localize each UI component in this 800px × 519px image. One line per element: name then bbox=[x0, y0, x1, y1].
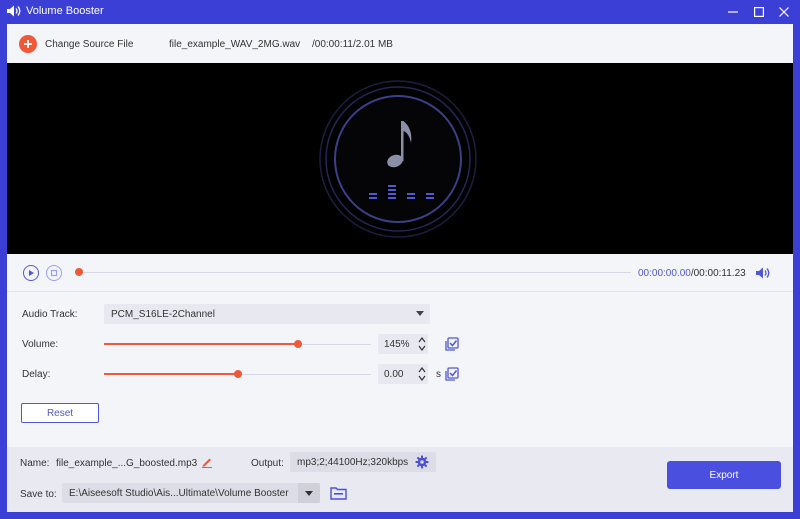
stop-icon bbox=[50, 269, 58, 277]
source-file-name: file_example_WAV_2MG.wav bbox=[169, 39, 301, 50]
output-name-value: file_example_...G_boosted.mp3 bbox=[56, 458, 198, 469]
gear-icon[interactable] bbox=[415, 455, 429, 469]
source-bar: Change Source File file_example_WAV_2MG.… bbox=[7, 24, 793, 63]
edit-icon[interactable] bbox=[201, 456, 213, 468]
audio-track-select[interactable]: PCM_S16LE-2Channel bbox=[104, 304, 430, 324]
playback-thumb[interactable] bbox=[75, 268, 83, 276]
current-time: 00:00:00.00 bbox=[638, 268, 691, 279]
plus-icon bbox=[24, 40, 32, 48]
save-path-dropdown[interactable] bbox=[298, 483, 320, 503]
audio-track-label: Audio Track: bbox=[22, 309, 78, 320]
maximize-icon bbox=[754, 6, 764, 17]
save-path-value: E:\Aiseesoft Studio\Ais...Ultimate\Volum… bbox=[69, 488, 289, 499]
delay-slider-fill bbox=[104, 373, 238, 375]
preview-area bbox=[7, 63, 793, 254]
volume-slider-thumb[interactable] bbox=[294, 340, 302, 348]
export-button[interactable]: Export bbox=[667, 461, 781, 489]
volume-stepper-icon[interactable] bbox=[417, 334, 427, 354]
minimize-button[interactable] bbox=[723, 3, 743, 20]
audio-placeholder-graphic bbox=[319, 80, 477, 238]
reset-button[interactable]: Reset bbox=[21, 403, 99, 423]
volume-booster-window: Volume Booster Change Source File file_e… bbox=[0, 0, 800, 519]
folder-icon[interactable] bbox=[330, 486, 347, 500]
play-icon bbox=[29, 270, 34, 276]
change-source-button[interactable] bbox=[19, 35, 37, 53]
audio-track-value: PCM_S16LE-2Channel bbox=[111, 309, 215, 320]
volume-slider-fill bbox=[104, 343, 298, 345]
delay-unit: s bbox=[436, 369, 441, 380]
save-path-field[interactable]: E:\Aiseesoft Studio\Ais...Ultimate\Volum… bbox=[62, 483, 320, 503]
save-to-label: Save to: bbox=[20, 489, 57, 500]
minimize-icon bbox=[728, 10, 738, 13]
volume-label: Volume: bbox=[22, 339, 59, 350]
speaker-icon bbox=[7, 5, 21, 17]
source-file-info: /00:00:11/2.01 MB bbox=[312, 39, 393, 50]
player-controls: 00:00:00.00/00:00:11.23 bbox=[7, 254, 793, 290]
volume-icon[interactable] bbox=[755, 266, 771, 280]
name-label: Name: bbox=[20, 458, 50, 469]
volume-value: 145% bbox=[384, 339, 410, 350]
title-bar: Volume Booster bbox=[0, 0, 800, 23]
chevron-down-icon bbox=[305, 491, 313, 496]
close-button[interactable] bbox=[774, 3, 794, 20]
output-label: Output: bbox=[251, 458, 284, 469]
total-time: /00:00:11.23 bbox=[690, 268, 746, 279]
change-source-label[interactable]: Change Source File bbox=[45, 39, 133, 50]
delay-value: 0.00 bbox=[384, 369, 404, 380]
play-button[interactable] bbox=[23, 265, 39, 281]
delay-stepper-icon[interactable] bbox=[417, 364, 427, 384]
stop-button[interactable] bbox=[46, 265, 62, 281]
delay-slider-thumb[interactable] bbox=[234, 370, 242, 378]
maximize-button[interactable] bbox=[749, 3, 769, 20]
playback-track[interactable] bbox=[79, 272, 631, 273]
window-title: Volume Booster bbox=[26, 5, 104, 17]
main-content: Change Source File file_example_WAV_2MG.… bbox=[7, 24, 793, 512]
output-format-value: mp3;2;44100Hz;320kbps bbox=[297, 457, 409, 468]
chevron-down-icon bbox=[416, 311, 424, 316]
close-icon bbox=[779, 6, 789, 17]
divider bbox=[7, 291, 793, 292]
apply-delay-to-all-icon[interactable] bbox=[445, 367, 459, 381]
apply-to-all-icon[interactable] bbox=[445, 337, 459, 351]
delay-label: Delay: bbox=[22, 369, 51, 380]
time-display: 00:00:00.00/00:00:11.23 bbox=[638, 268, 746, 279]
